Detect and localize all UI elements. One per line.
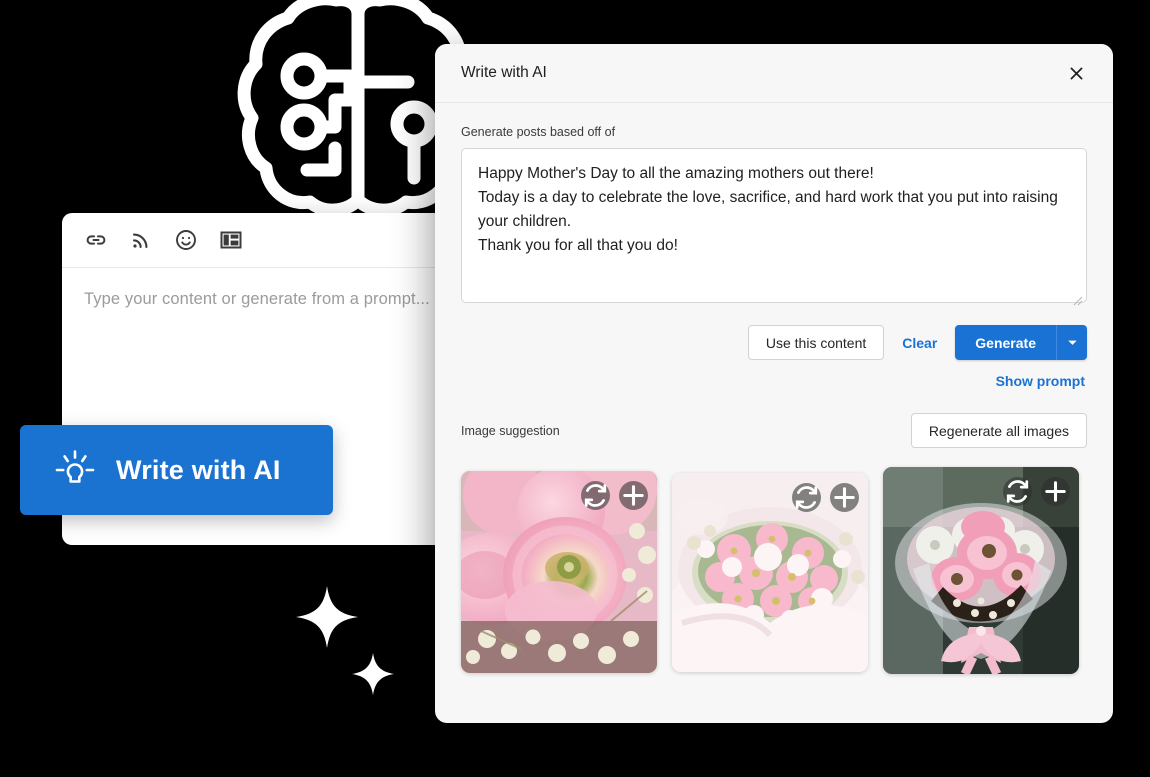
sparkle-large-icon xyxy=(296,586,358,648)
show-prompt-row: Show prompt xyxy=(461,373,1087,389)
regenerate-all-images-button[interactable]: Regenerate all images xyxy=(910,413,1087,448)
clear-button[interactable]: Clear xyxy=(900,335,939,351)
image-suggestion-card[interactable] xyxy=(672,473,868,672)
link-icon[interactable] xyxy=(84,228,108,252)
prompt-textarea[interactable] xyxy=(461,148,1087,303)
write-with-ai-label: Write with AI xyxy=(116,454,281,485)
modal-header: Write with AI xyxy=(435,44,1113,103)
prompt-field-label: Generate posts based off of xyxy=(461,125,616,139)
image-suggestion-header: Image suggestion Regenerate all images xyxy=(461,413,1087,448)
screenshot-stage: Type your content or generate from a pro… xyxy=(0,0,1150,777)
write-with-ai-modal: Write with AI Generate posts based off o… xyxy=(435,44,1113,723)
modal-body: Generate posts based off of Use this con… xyxy=(435,103,1113,674)
rss-icon[interactable] xyxy=(129,228,153,252)
layout-grid-icon[interactable] xyxy=(219,228,243,252)
modal-title: Write with AI xyxy=(461,64,547,81)
generate-split-button: Generate xyxy=(955,325,1087,360)
lightbulb-idea-icon xyxy=(52,447,98,493)
image-suggestion-label: Image suggestion xyxy=(461,423,560,438)
chevron-down-icon[interactable] xyxy=(1056,325,1087,360)
card-actions xyxy=(581,481,648,510)
generate-button[interactable]: Generate xyxy=(955,325,1056,360)
show-prompt-button[interactable]: Show prompt xyxy=(994,373,1087,389)
prompt-textarea-wrapper xyxy=(461,148,1087,308)
use-this-content-button[interactable]: Use this content xyxy=(747,325,885,360)
image-suggestion-card[interactable] xyxy=(883,467,1079,674)
card-actions xyxy=(792,483,859,512)
emoji-icon[interactable] xyxy=(174,228,198,252)
card-actions xyxy=(1003,477,1070,506)
plus-icon[interactable] xyxy=(619,481,648,510)
refresh-icon[interactable] xyxy=(1003,477,1032,506)
plus-icon[interactable] xyxy=(1041,477,1070,506)
write-with-ai-button[interactable]: Write with AI xyxy=(20,425,333,515)
sparkle-small-icon xyxy=(352,653,394,695)
refresh-icon[interactable] xyxy=(581,481,610,510)
prompt-actions-row: Use this content Clear Generate xyxy=(461,325,1087,360)
close-icon[interactable] xyxy=(1059,56,1093,90)
refresh-icon[interactable] xyxy=(792,483,821,512)
image-suggestion-grid xyxy=(461,467,1087,674)
plus-icon[interactable] xyxy=(830,483,859,512)
image-suggestion-card[interactable] xyxy=(461,471,657,673)
